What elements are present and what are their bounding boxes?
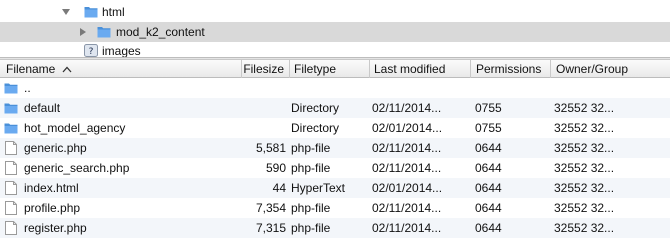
file-icon — [5, 221, 17, 235]
column-header-last-modified[interactable]: Last modified — [370, 60, 471, 78]
directory-tree: html mod_k2_content ? images — [0, 0, 670, 57]
filename-cell: generic_search.php — [24, 161, 130, 175]
filetype-cell: php-file — [291, 141, 331, 155]
filesize-cell: 44 — [272, 181, 286, 195]
owner-cell: 32552 32... — [554, 201, 615, 215]
filename-cell: generic.php — [24, 141, 87, 155]
folder-icon — [4, 123, 18, 134]
svg-text:?: ? — [89, 47, 94, 57]
column-header-label: Filesize — [243, 62, 284, 76]
filetype-cell: php-file — [291, 201, 331, 215]
sort-ascending-icon — [62, 66, 72, 73]
tree-item-label: images — [102, 44, 141, 57]
permissions-cell: 0644 — [475, 221, 502, 235]
permissions-cell: 0755 — [475, 121, 502, 135]
tree-item-html[interactable]: html — [0, 2, 670, 22]
filename-cell: index.html — [24, 181, 79, 195]
modified-cell: 02/11/2014... — [372, 201, 442, 215]
filetype-cell: Directory — [291, 101, 340, 115]
owner-cell: 32552 32... — [554, 161, 615, 175]
column-header-label: Filetype — [294, 62, 337, 76]
table-row[interactable]: generic_search.php 590 php-file 02/11/20… — [0, 158, 670, 178]
table-row[interactable]: .. — [0, 78, 670, 98]
filetype-cell: HyperText — [291, 181, 346, 195]
tree-item-mod-k2-content[interactable]: mod_k2_content — [0, 22, 670, 42]
table-row[interactable]: profile.php 7,354 php-file 02/11/2014...… — [0, 198, 670, 218]
filesize-cell: 590 — [265, 161, 286, 175]
owner-cell: 32552 32... — [554, 221, 615, 235]
filesize-cell — [244, 118, 286, 138]
owner-cell: 32552 32... — [554, 181, 615, 195]
filesize-cell — [244, 98, 286, 118]
column-header-owner-group[interactable]: Owner/Group — [551, 60, 670, 78]
modified-cell: 02/11/2014... — [372, 101, 442, 115]
column-header-filetype[interactable]: Filetype — [290, 60, 370, 78]
filename-cell: default — [24, 101, 61, 115]
modified-cell: 02/01/2014... — [372, 181, 443, 195]
file-icon — [5, 181, 17, 195]
filesize-cell: 7,315 — [255, 221, 286, 235]
permissions-cell: 0644 — [475, 181, 502, 195]
tree-item-label: mod_k2_content — [116, 25, 205, 39]
table-row[interactable]: index.html 44 HyperText 02/01/2014... 06… — [0, 178, 670, 198]
folder-icon — [4, 83, 18, 94]
folder-icon — [84, 7, 98, 18]
modified-cell: 02/11/2014... — [372, 141, 442, 155]
permissions-cell: 0644 — [475, 201, 502, 215]
column-header-label: Last modified — [374, 62, 446, 76]
modified-cell: 02/01/2014... — [372, 121, 443, 135]
file-icon — [5, 161, 17, 175]
table-row[interactable]: register.php 7,315 php-file 02/11/2014..… — [0, 218, 670, 238]
filename-cell: hot_model_agency — [24, 121, 126, 135]
file-icon — [5, 201, 17, 215]
filesize-cell: 5,581 — [255, 141, 286, 155]
tree-item-label: html — [102, 5, 125, 19]
column-header-label: Owner/Group — [556, 62, 629, 76]
filetype-cell: php-file — [291, 161, 331, 175]
permissions-cell: 0644 — [475, 141, 502, 155]
table-row[interactable]: generic.php 5,581 php-file 02/11/2014...… — [0, 138, 670, 158]
filename-cell: profile.php — [24, 201, 81, 215]
permissions-cell: 0644 — [475, 161, 502, 175]
filename-cell: register.php — [24, 221, 87, 235]
owner-cell: 32552 32... — [554, 141, 615, 155]
list-header: Filename Filesize Filetype Last modified… — [0, 60, 670, 78]
modified-cell: 02/11/2014... — [372, 221, 442, 235]
filetype-cell: php-file — [291, 221, 331, 235]
folder-icon — [4, 103, 18, 114]
filename-cell: .. — [24, 81, 31, 95]
filetype-cell: Directory — [291, 121, 340, 135]
column-header-filesize[interactable]: Filesize — [242, 60, 290, 78]
column-header-permissions[interactable]: Permissions — [471, 60, 551, 78]
column-header-filename[interactable]: Filename — [0, 60, 242, 78]
filesize-cell: 7,354 — [255, 201, 286, 215]
owner-cell: 32552 32... — [554, 121, 615, 135]
folder-icon — [97, 27, 111, 38]
disclosure-expanded-icon[interactable] — [61, 7, 71, 17]
modified-cell: 02/11/2014... — [372, 161, 442, 175]
unknown-folder-icon: ? — [84, 44, 98, 57]
column-header-label: Filename — [6, 62, 56, 76]
table-row[interactable]: hot_model_agency Directory 02/01/2014...… — [0, 118, 670, 138]
column-header-label: Permissions — [476, 62, 542, 76]
owner-cell: 32552 32... — [554, 101, 615, 115]
permissions-cell: 0755 — [475, 101, 502, 115]
file-icon — [5, 141, 17, 155]
disclosure-collapsed-icon[interactable] — [78, 27, 88, 37]
file-list: .. default Directory 02/11/2014... 0755 … — [0, 78, 670, 251]
table-row[interactable]: default Directory 02/11/2014... 0755 325… — [0, 98, 670, 118]
tree-item-images[interactable]: ? images — [0, 42, 670, 57]
